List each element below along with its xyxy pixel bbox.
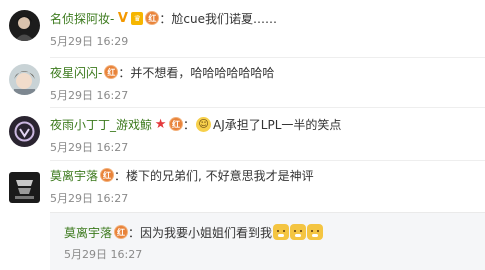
colon-separator: ： [128,225,141,240]
comment-item: 夜星闪闪- 红 ： 并不想看，哈哈哈哈哈哈哈 5月29日 16:27 [0,57,485,112]
doge-emoji-icon [290,224,307,240]
colon-separator: ： [118,65,131,80]
verified-v-icon: V [117,10,128,26]
colon-separator: ： [114,168,127,183]
comment-time: 5月29日 16:27 [50,192,129,205]
comment-text: 并不想看，哈哈哈哈哈哈哈 [130,65,275,80]
colon-separator: ： [183,117,196,132]
star-badge-icon: ★ [154,116,167,132]
reply-time: 5月29日 16:27 [64,248,143,261]
reply-text: 因为我要小姐姐们看到我 [140,225,273,240]
avatar[interactable] [9,64,40,95]
comment-text: 尬cue我们诺夏…… [171,11,277,26]
vip-crown-icon: ♛ [131,11,144,25]
comment-username[interactable]: 莫离宇落 [50,167,98,184]
hong-badge-icon: 红 [169,117,184,131]
doge-emoji-icon [307,224,324,240]
comment-time: 5月29日 16:29 [50,35,129,48]
comment-item: 莫离宇落 红 ： 楼下的兄弟们, 不好意思我才是神评 5月29日 16:27 [0,160,485,212]
reply-box: 莫离宇落 红 ： 因为我要小姐姐们看到我 5月29日 16:27 [50,212,485,270]
colon-separator: ： [159,11,172,26]
comment-username[interactable]: 夜星闪闪- [50,64,102,81]
hong-badge-icon: 红 [104,65,119,79]
hong-badge-icon: 红 [100,168,115,182]
comment-time: 5月29日 16:27 [50,89,129,102]
avatar[interactable] [9,116,40,147]
comment-text: 楼下的兄弟们, 不好意思我才是神评 [126,168,314,183]
reply-username[interactable]: 莫离宇落 [64,224,112,241]
comment-time: 5月29日 16:27 [50,141,129,154]
hong-badge-icon: 红 [145,11,160,25]
avatar[interactable] [9,172,40,203]
comment-username[interactable]: 夜雨小丁丁_游戏鲸 [50,116,152,133]
comment-text: AJ承担了LPL一半的笑点 [213,117,342,132]
laughing-emoji-icon: ☺ [196,116,212,132]
hong-badge-icon: 红 [114,225,129,239]
comment-item: 名侦探阿妆- V ♛ 红 ： 尬cue我们诺夏…… 5月29日 16:29 [0,0,485,56]
comment-item: 夜雨小丁丁_游戏鲸 ★ 红 ： ☺ AJ承担了LPL一半的笑点 5月29日 16… [0,108,485,160]
comment-username[interactable]: 名侦探阿妆- [50,10,114,27]
doge-emoji-icon [273,224,290,240]
avatar[interactable] [9,10,40,41]
